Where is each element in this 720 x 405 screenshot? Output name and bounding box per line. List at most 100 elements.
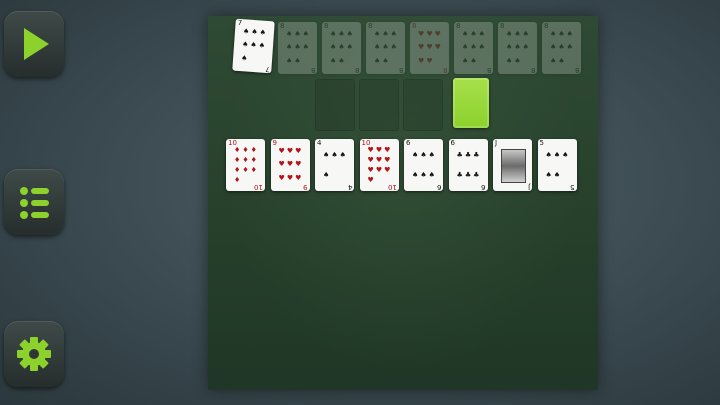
card-rank: 8 xyxy=(456,22,461,30)
suit-pip: ♥ xyxy=(418,56,425,65)
suit-pip: ♠ xyxy=(522,30,529,39)
tableau-card[interactable]: 10 10 ♥ ♥ ♥ ♥ ♥ ♥ ♥ ♥ ♥ ♥ xyxy=(359,139,399,191)
suit-pip: ♥ xyxy=(367,175,374,184)
card-pips: ♠ ♠ ♠ ♠ ♠ xyxy=(545,145,570,185)
suit-pip: ♣ xyxy=(473,150,480,159)
card-rank: 4 xyxy=(317,139,322,147)
suit-pip: ♥ xyxy=(278,173,285,182)
card-pips: ♠ ♠ ♠ ♠ ♠ ♠ ♠ ♠ xyxy=(329,28,354,68)
suit-pip: ♥ xyxy=(286,160,294,169)
suit-pip: ♠ xyxy=(338,56,345,65)
card-rank: 6 xyxy=(406,139,411,147)
card-pips: ♠ ♠ ♠ ♠ ♠ ♠ ♠ xyxy=(240,25,268,67)
suit-pip: ♥ xyxy=(375,155,383,164)
settings-button[interactable] xyxy=(4,321,64,387)
play-icon xyxy=(24,28,49,60)
suit-pip: ♥ xyxy=(367,155,374,164)
tableau-card[interactable]: 9 9 ♥ ♥ ♥ ♥ ♥ ♥ ♥ ♥ ♥ xyxy=(270,139,310,191)
card-pips: ♣ ♣ ♣ ♣ ♣ ♣ xyxy=(456,145,481,185)
suit-pip: ♦ xyxy=(242,155,249,164)
suit-pip: ♥ xyxy=(367,165,374,174)
card-rank-bottom: 8 xyxy=(530,66,535,74)
tableau-card[interactable]: 6 6 ♣ ♣ ♣ ♣ ♣ ♣ xyxy=(448,139,488,191)
suit-pip: ♠ xyxy=(550,43,557,52)
card-pips: ♥ ♥ ♥ ♥ ♥ ♥ ♥ ♥ ♥ ♥ xyxy=(367,145,392,185)
card-rank-bottom: 6 xyxy=(436,183,441,191)
card-pips: ♠ ♠ ♠ ♠ ♠ ♠ xyxy=(411,145,436,185)
suit-pip: ♦ xyxy=(234,175,241,184)
card-pips: ♠ ♠ ♠ ♠ ♠ ♠ ♠ ♠ xyxy=(461,28,486,68)
suit-pip: ♥ xyxy=(418,43,425,52)
foundation-card[interactable]: 7 7 ♠ ♠ ♠ ♠ ♠ ♠ ♠ xyxy=(232,18,275,74)
card-rank-bottom: 8 xyxy=(442,66,447,74)
suit-pip: ♠ xyxy=(251,27,258,37)
foundation-placeholder-card[interactable]: 8 8 ♠ ♠ ♠ ♠ ♠ ♠ ♠ ♠ xyxy=(498,22,537,74)
foundation-placeholder-card[interactable]: 8 8 ♠ ♠ ♠ ♠ ♠ ♠ ♠ ♠ xyxy=(278,22,317,74)
suit-pip: ♠ xyxy=(428,150,435,159)
reserve-slot[interactable] xyxy=(403,79,443,131)
suit-pip: ♠ xyxy=(478,30,485,39)
suit-pip: ♠ xyxy=(302,43,309,52)
suit-pip: ♥ xyxy=(286,173,294,182)
card-rank-bottom: 8 xyxy=(574,66,579,74)
jack-face-art xyxy=(501,149,526,183)
foundation-placeholder-card[interactable]: 8 8 ♠ ♠ ♠ ♠ ♠ ♠ ♠ ♠ xyxy=(322,22,361,74)
foundation-placeholder-card[interactable]: 8 8 ♠ ♠ ♠ ♠ ♠ ♠ ♠ ♠ xyxy=(454,22,493,74)
suit-pip: ♦ xyxy=(242,145,249,154)
suit-pip: ♠ xyxy=(250,41,257,50)
suit-pip: ♠ xyxy=(374,56,381,65)
suit-pip: ♠ xyxy=(374,43,381,52)
suit-pip: ♥ xyxy=(434,43,441,52)
play-button[interactable] xyxy=(4,11,64,77)
tableau-card[interactable]: 4 4 ♠ ♠ ♠ ♠ xyxy=(315,139,354,191)
card-rank: 8 xyxy=(280,22,285,30)
foundation-placeholder-card[interactable]: 8 8 ♠ ♠ ♠ ♠ ♠ ♠ ♠ ♠ xyxy=(542,22,581,74)
suit-pip: ♦ xyxy=(234,145,241,154)
suit-pip: ♠ xyxy=(462,56,469,65)
tableau-card[interactable]: 5 5 ♠ ♠ ♠ ♠ ♠ xyxy=(537,139,577,191)
reserve-slot[interactable] xyxy=(359,79,399,131)
suit-pip: ♠ xyxy=(302,30,309,39)
tableau-card[interactable]: 10 10 ♦ ♦ ♦ ♦ ♦ ♦ ♦ ♦ ♦ ♦ xyxy=(226,139,265,191)
card-pips: ♥ ♥ ♥ ♥ ♥ ♥ ♥ ♥ xyxy=(417,28,442,68)
suit-pip: ♠ xyxy=(545,170,552,179)
suit-pip: ♣ xyxy=(456,150,463,159)
card-rank: 8 xyxy=(544,22,549,30)
card-rank: 5 xyxy=(539,139,544,147)
foundation-placeholder-card[interactable]: 8 8 ♥ ♥ ♥ ♥ ♥ ♥ ♥ ♥ xyxy=(410,22,449,74)
suit-pip: ♠ xyxy=(562,150,569,159)
menu-button[interactable] xyxy=(4,169,64,235)
suit-pip: ♠ xyxy=(506,43,513,52)
stock-pile[interactable] xyxy=(453,78,489,128)
foundation-placeholder-card[interactable]: 8 8 ♠ ♠ ♠ ♠ ♠ ♠ ♠ ♠ xyxy=(366,22,405,74)
reserve-slot[interactable] xyxy=(315,79,355,131)
suit-pip: ♥ xyxy=(434,30,441,39)
card-rank: J xyxy=(495,139,498,147)
suit-pip: ♦ xyxy=(242,165,249,174)
suit-pip: ♠ xyxy=(330,30,337,39)
card-pips: ♠ ♠ ♠ ♠ ♠ ♠ ♠ ♠ xyxy=(285,28,310,68)
suit-pip: ♠ xyxy=(470,56,477,65)
tableau-card[interactable]: JJ xyxy=(493,139,532,191)
suit-pip: ♠ xyxy=(241,40,249,50)
card-rank: 8 xyxy=(368,22,373,30)
suit-pip: ♥ xyxy=(295,160,302,169)
suit-pip: ♠ xyxy=(462,43,469,52)
suit-pip: ♠ xyxy=(346,43,353,52)
suit-pip: ♥ xyxy=(295,147,302,156)
suit-pip: ♠ xyxy=(330,43,337,52)
suit-pip: ♠ xyxy=(462,30,469,39)
tableau-card[interactable]: 6 6 ♠ ♠ ♠ ♠ ♠ ♠ xyxy=(404,139,443,191)
suit-pip: ♣ xyxy=(464,150,472,159)
suit-pip: ♠ xyxy=(550,30,557,39)
suit-pip: ♠ xyxy=(428,170,435,179)
suit-pip: ♠ xyxy=(420,150,427,159)
card-rank: 9 xyxy=(272,139,277,147)
card-pips: ♠ ♠ ♠ ♠ ♠ ♠ ♠ ♠ xyxy=(549,28,574,68)
suit-pip: ♥ xyxy=(375,145,383,154)
suit-pip: ♦ xyxy=(234,155,241,164)
suit-pip: ♠ xyxy=(338,30,345,39)
card-rank-bottom: 7 xyxy=(264,64,270,74)
suit-pip: ♥ xyxy=(384,145,391,154)
suit-pip: ♥ xyxy=(384,155,391,164)
